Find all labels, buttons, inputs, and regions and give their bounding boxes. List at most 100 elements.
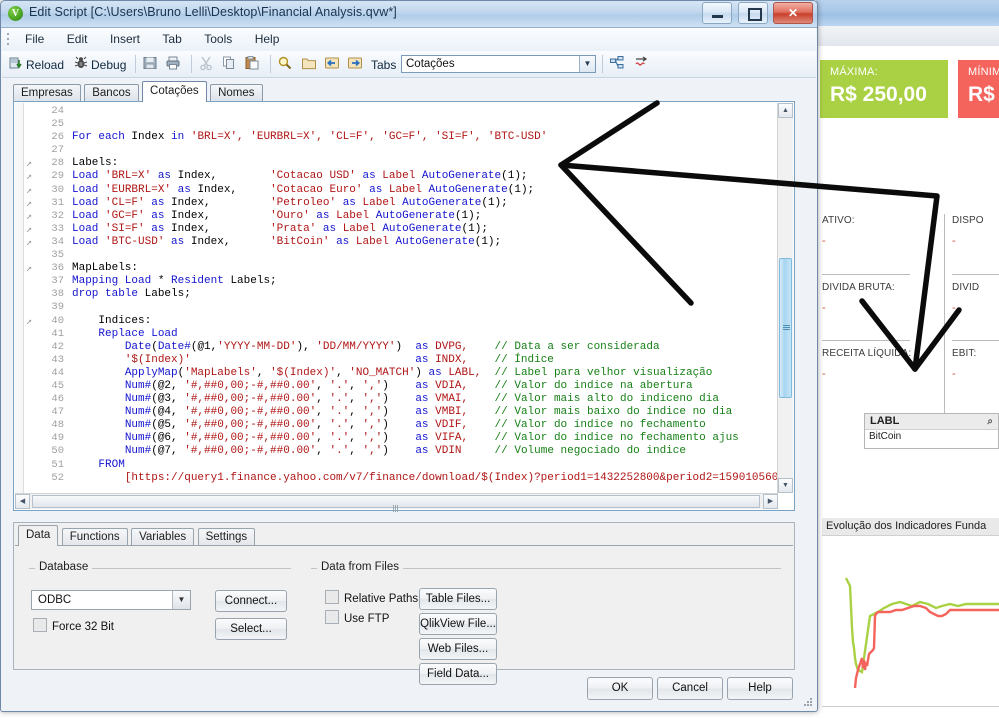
tab-functions[interactable]: Functions [61,528,128,546]
scroll-left-icon[interactable]: ◀ [15,494,30,509]
code-line[interactable]: ↗ 34 Load 'BTC-USD' as Index, 'BitCoin' as… [24,236,778,249]
chevron-down-icon[interactable]: ▼ [172,591,190,609]
sidebar-item-bancos[interactable]: Bancos [84,84,139,102]
web-files-button[interactable]: Web Files... [419,638,497,660]
database-type-select[interactable]: ODBC ▼ [31,590,191,610]
menu-item-file[interactable]: File [16,28,53,50]
debug-button[interactable]: Debug [73,54,126,74]
code-line[interactable]: 24 [24,105,778,118]
reload-button[interactable]: Reload [8,54,64,74]
open-folder-button[interactable] [301,54,319,74]
kpi-maxima[interactable]: MÁXIMA: R$ 250,00 [820,60,948,118]
help-button[interactable]: Help [727,677,793,700]
print-button[interactable] [165,54,183,74]
maximize-button[interactable] [737,2,768,24]
script-editor[interactable]: 24 25 26 For each Index in 'BRL=X', 'EURBRL… [13,101,795,512]
checkbox-box[interactable] [33,618,47,632]
code-line[interactable]: 52 [https://query1.finance.yahoo.com/v7/… [24,472,778,485]
search-icon[interactable]: ⌕ [987,416,993,427]
paste-button[interactable] [244,54,262,74]
editor-horizontal-scrollbar[interactable]: ◀ ▶ [15,493,778,512]
code-line[interactable]: ↗ 33 Load 'SI=F' as Index, 'Prata' as Labe… [24,223,778,236]
kpi-minima[interactable]: MÍNIM R$ [958,60,999,118]
code-line[interactable]: 27 [24,144,778,157]
code-line[interactable]: 43 '$(Index)' as INDX, // Índice [24,354,778,367]
labl-listbox-item[interactable]: BitCoin [865,430,998,442]
code-line[interactable]: 35 [24,249,778,262]
save-button[interactable] [142,54,160,74]
code-line[interactable]: 49 Num#(@6, '#,##0,00;-#,##0.00', '.', '… [24,432,778,445]
code-line[interactable]: 41 Replace Load [24,328,778,341]
table-files-button[interactable]: Table Files... [419,588,497,610]
scroll-down-icon[interactable]: ▼ [778,478,793,493]
checkbox-box[interactable] [325,610,339,624]
copy-button[interactable] [221,54,239,74]
menu-item-edit[interactable]: Edit [58,28,97,50]
undo-button[interactable] [324,54,342,74]
code-line-text: Load 'BRL=X' as Index, 'Cotacao USD' as … [72,170,528,183]
editor-vertical-scrollbar[interactable]: ▲ ▼ [777,103,793,493]
sidebar-item-empresas[interactable]: Empresas [13,84,81,102]
scroll-up-icon[interactable]: ▲ [778,103,793,118]
horizontal-scroll-thumb[interactable] [32,495,760,512]
force-32bit-checkbox[interactable]: Force 32 Bit [33,618,114,633]
chevron-down-icon[interactable]: ▼ [579,56,595,72]
code-line[interactable]: 26 For each Index in 'BRL=X', 'EURBRL=X',… [24,131,778,144]
find-button[interactable] [277,54,295,74]
code-line[interactable]: 42 Date(Date#(@1,'YYYY-MM-DD'), 'DD/MM/Y… [24,341,778,354]
code-line[interactable]: ↗ 32 Load 'GC=F' as Index, 'Ouro' as Label… [24,210,778,223]
minimize-button[interactable] [702,2,733,24]
code-line[interactable]: 50 Num#(@7, '#,##0,00;-#,##0.00', '.', '… [24,445,778,458]
code-line[interactable]: 48 Num#(@5, '#,##0,00;-#,##0.00', '.', '… [24,419,778,432]
relative-paths-checkbox[interactable]: Relative Paths [325,590,418,605]
code-line[interactable]: ↗ 29 Load 'BRL=X' as Index, 'Cotacao USD' … [24,170,778,183]
ok-button[interactable]: OK [587,677,653,700]
code-line[interactable]: ↗ 31 Load 'CL=F' as Index, 'Petroleo' as L… [24,197,778,210]
code-line[interactable]: 51 FROM [24,459,778,472]
menu-item-insert[interactable]: Insert [101,28,149,50]
as-keyword: as [415,432,436,445]
tab-selector-combo[interactable]: Cotações ▼ [401,55,596,73]
redo-button[interactable] [347,54,365,74]
scroll-right-icon[interactable]: ▶ [763,494,778,509]
menu-item-tools[interactable]: Tools [195,28,241,50]
cancel-button[interactable]: Cancel [657,677,723,700]
script-code-area[interactable]: 24 25 26 For each Index in 'BRL=X', 'EURBRL… [24,105,778,494]
table-viewer-button[interactable] [609,54,627,74]
comment-button[interactable] [633,54,651,74]
scroll-thumb-grip-icon [783,325,790,331]
code-line[interactable]: ↗ 40 Indices: [24,315,778,328]
code-line[interactable]: 25 [24,118,778,131]
code-line[interactable]: 45 Num#(@2, '#,##0,00;-#,##0.00', '.', '… [24,380,778,393]
code-line[interactable]: 39 [24,301,778,314]
code-line[interactable]: ↗ 28 Labels: [24,157,778,170]
window-titlebar[interactable]: V Edit Script [C:\Users\Bruno Lelli\Desk… [1,1,817,28]
menu-item-tab[interactable]: Tab [153,28,190,50]
use-ftp-checkbox[interactable]: Use FTP [325,610,389,625]
tab-settings[interactable]: Settings [197,528,256,546]
code-line[interactable]: 38 drop table Labels; [24,288,778,301]
tab-data[interactable]: Data [18,525,59,546]
vertical-scroll-thumb[interactable] [779,258,792,398]
sidebar-item-cotacoes[interactable]: Cotações [142,81,207,102]
checkbox-box[interactable] [325,590,339,604]
connect-button[interactable]: Connect... [215,590,287,612]
sidebar-item-nomes[interactable]: Nomes [210,84,263,102]
qlikview-file-button[interactable]: QlikView File... [419,613,497,635]
tab-variables[interactable]: Variables [131,528,195,546]
database-type-value: ODBC [38,594,72,606]
menu-bar: File Edit Insert Tab Tools Help [2,28,816,52]
window-resize-grip[interactable] [803,698,813,708]
code-line[interactable]: ↗ 30 Load 'EURBRL=X' as Index, 'Cotacao Eu… [24,184,778,197]
menu-item-help[interactable]: Help [246,28,289,50]
code-line[interactable]: ↗ 36 MapLabels: [24,262,778,275]
code-line[interactable]: 37 Mapping Load * Resident Labels; [24,275,778,288]
select-button[interactable]: Select... [215,618,287,640]
labl-listbox[interactable]: LABL ⌕ BitCoin [864,413,999,449]
line-number: 31 [51,196,64,209]
code-line[interactable]: 46 Num#(@3, '#,##0,00;-#,##0.00', '.', '… [24,393,778,406]
cut-button[interactable] [198,54,216,74]
close-button[interactable]: ✕ [773,2,813,24]
code-line[interactable]: 47 Num#(@4, '#,##0,00;-#,##0.00', '.', '… [24,406,778,419]
code-line[interactable]: 44 ApplyMap('MapLabels', '$(Index)', 'NO… [24,367,778,380]
